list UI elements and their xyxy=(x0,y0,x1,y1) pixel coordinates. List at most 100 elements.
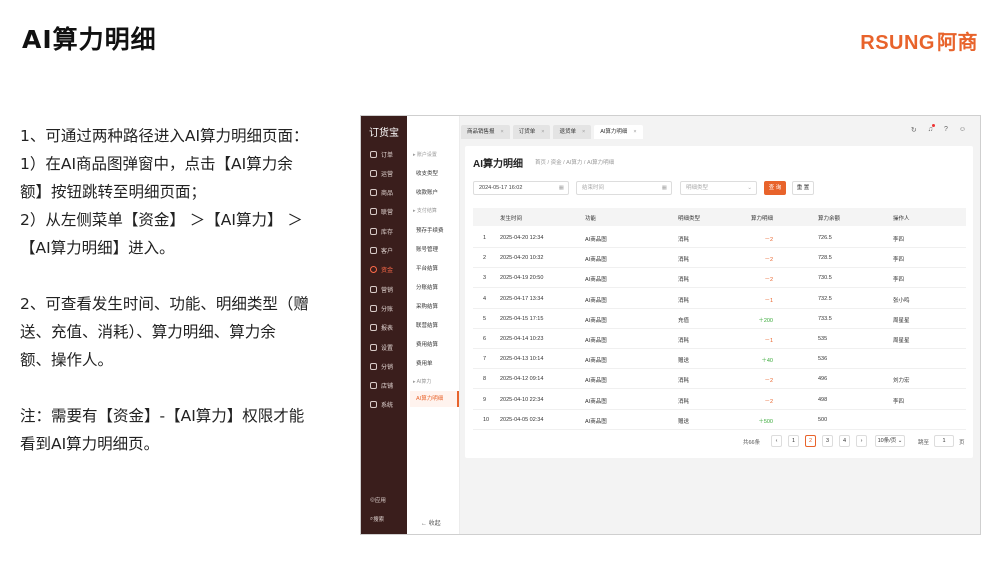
cell-type: 消耗 xyxy=(678,277,690,284)
nav-label: 报表 xyxy=(381,326,394,333)
cell-balance: 496 xyxy=(818,376,828,383)
bell-icon[interactable]: ♫ xyxy=(928,124,935,134)
nav-item-10[interactable]: 设置 xyxy=(361,338,407,356)
table-row[interactable]: 5 2025-04-15 17:15 AI商品图 充值 ＋200 733.5 周星星 xyxy=(473,309,966,329)
sub-item[interactable]: 收款账户 xyxy=(416,188,438,196)
bottom-nav-0[interactable]: ◎ 应用 xyxy=(361,492,407,508)
cell-time: 2025-04-17 13:34 xyxy=(500,295,544,302)
cell-delta: －2 xyxy=(764,237,773,243)
sub-item[interactable]: 预存手续费 xyxy=(416,226,444,234)
nav-icon xyxy=(370,189,377,197)
cell-func: AI商品图 xyxy=(585,358,607,365)
explanation-line: 2、可查看发生时间、功能、明细类型（赠 xyxy=(20,295,309,313)
cell-time: 2025-04-20 10:32 xyxy=(500,255,544,262)
user-icon[interactable]: ☺ xyxy=(959,126,966,134)
table-row[interactable]: 8 2025-04-12 09:14 AI商品图 消耗 －2 496 刘力宏 xyxy=(473,369,966,390)
jump-label: 跳至 xyxy=(918,440,930,446)
nav-item-0[interactable]: 订单 xyxy=(361,145,407,163)
cell-type: 赠送 xyxy=(678,358,690,365)
table-row[interactable]: 9 2025-04-10 22:34 AI商品图 消耗 －2 498 李四 xyxy=(473,390,966,410)
table-row[interactable]: 7 2025-04-13 10:14 AI商品图 赠送 ＋40 536 xyxy=(473,349,966,370)
cell-type: 消耗 xyxy=(678,237,690,243)
pager-total: 共66条 xyxy=(743,440,761,446)
cell-time: 2025-04-10 22:34 xyxy=(500,396,544,403)
nav-item-3[interactable]: 联营 xyxy=(361,203,407,221)
close-icon[interactable]: × xyxy=(541,129,544,135)
nav-item-2[interactable]: 商品 xyxy=(361,184,407,202)
table-row[interactable]: 1 2025-04-20 12:34 AI商品图 消耗 －2 726.5 李四 xyxy=(473,228,966,248)
column-header: 发生时间 xyxy=(500,216,523,222)
nav-item-4[interactable]: 库存 xyxy=(361,222,407,240)
query-button[interactable]: 查 询 xyxy=(764,181,786,195)
nav-item-13[interactable]: 系统 xyxy=(361,396,407,414)
sub-item[interactable]: 平台结算 xyxy=(416,264,438,272)
cell-balance: 500 xyxy=(818,416,828,423)
nav-icon xyxy=(370,227,377,235)
cell-op: 刘力宏 xyxy=(893,378,910,385)
help-icon[interactable]: ? xyxy=(944,126,948,134)
nav-label: 订单 xyxy=(381,152,394,159)
jump-input[interactable]: 1 xyxy=(934,435,954,447)
sub-item-ai-detail[interactable]: AI算力明细 xyxy=(410,391,459,407)
nav-item-11[interactable]: 分销 xyxy=(361,357,407,375)
close-icon[interactable]: × xyxy=(501,129,504,135)
nav-icon xyxy=(370,208,377,216)
cell-delta: －2 xyxy=(764,378,773,385)
nav-item-1[interactable]: 运营 xyxy=(361,164,407,182)
cell-balance: 733.5 xyxy=(818,315,832,322)
bottom-nav-1[interactable]: ⌕ 搜索 xyxy=(361,511,407,527)
sub-item[interactable]: 采购结算 xyxy=(416,302,438,310)
refresh-icon[interactable]: ↻ xyxy=(911,126,917,134)
sub-item[interactable]: 费用结算 xyxy=(416,340,438,348)
tab-label: 订货单 xyxy=(518,129,536,135)
cell-time: 2025-04-12 09:14 xyxy=(500,376,544,383)
collapse-button[interactable]: ← 收起 xyxy=(421,518,441,527)
explanation-line: 额、操作人。 xyxy=(20,351,114,369)
table-row[interactable]: 3 2025-04-19 20:50 AI商品图 消耗 －2 730.5 李四 xyxy=(473,268,966,289)
tab-0[interactable]: 商品销售报 × xyxy=(461,125,510,139)
nav-item-8[interactable]: 分账 xyxy=(361,299,407,317)
column-header: 功能 xyxy=(585,216,597,222)
nav-item-9[interactable]: 报表 xyxy=(361,319,407,337)
tab-2[interactable]: 退货单 × xyxy=(553,125,592,139)
nav-icon xyxy=(370,304,377,312)
cell-no: 10 xyxy=(483,416,490,423)
type-select[interactable]: 明细类型 ⌄ xyxy=(680,181,757,195)
page-button[interactable]: 1 xyxy=(788,435,799,447)
sub-item[interactable]: 分账结算 xyxy=(416,283,438,291)
cell-func: AI商品图 xyxy=(585,277,607,284)
end-date-input[interactable]: 结束时间 ▦ xyxy=(576,181,672,195)
page-size-select[interactable]: 10条/页 ⌄ xyxy=(875,435,905,447)
nav-label: 客户 xyxy=(381,249,394,255)
sub-item[interactable]: 费用单 xyxy=(416,359,433,367)
page-button[interactable]: 4 xyxy=(839,435,850,447)
tab-1[interactable]: 订货单 × xyxy=(512,125,551,139)
table-row[interactable]: 6 2025-04-14 10:23 AI商品图 消耗 －1 535 周星星 xyxy=(473,329,966,349)
prev-page-button[interactable]: ‹ xyxy=(771,435,782,447)
cell-func: AI商品图 xyxy=(585,378,607,385)
close-icon[interactable]: × xyxy=(633,129,636,135)
reset-button[interactable]: 重 置 xyxy=(792,181,814,195)
sub-item[interactable]: 联营结算 xyxy=(416,321,438,329)
nav-item-7[interactable]: 营销 xyxy=(361,280,407,298)
nav-icon xyxy=(370,343,377,351)
tab-3[interactable]: AI算力明细 × xyxy=(594,125,643,139)
table-row[interactable]: 10 2025-04-05 02:34 AI商品图 赠送 ＋500 500 xyxy=(473,410,966,430)
explanation-line: 看到AI算力明细页。 xyxy=(20,435,160,453)
next-page-button[interactable]: › xyxy=(856,435,867,447)
table-row[interactable]: 2 2025-04-20 10:32 AI商品图 消耗 －2 728.5 李四 xyxy=(473,248,966,269)
sub-item[interactable]: 账号管理 xyxy=(416,245,438,253)
start-date-input[interactable]: 2024-05-17 16:02 ▦ xyxy=(473,181,569,195)
nav-label: 搜索 xyxy=(373,517,385,523)
nav-item-5[interactable]: 客户 xyxy=(361,242,407,260)
cell-no: 9 xyxy=(483,396,487,403)
close-icon[interactable]: × xyxy=(582,129,585,135)
table-row[interactable]: 4 2025-04-17 13:34 AI商品图 消耗 －1 732.5 张小鸣 xyxy=(473,289,966,309)
cell-balance: 535 xyxy=(818,336,828,342)
page-button[interactable]: 2 xyxy=(805,435,816,447)
page-button[interactable]: 3 xyxy=(822,435,833,447)
nav-item-6[interactable]: 资金 xyxy=(361,261,407,279)
sub-item[interactable]: 收支类型 xyxy=(416,169,438,177)
cell-time: 2025-04-13 10:14 xyxy=(500,356,544,363)
nav-item-12[interactable]: 店铺 xyxy=(361,377,407,395)
